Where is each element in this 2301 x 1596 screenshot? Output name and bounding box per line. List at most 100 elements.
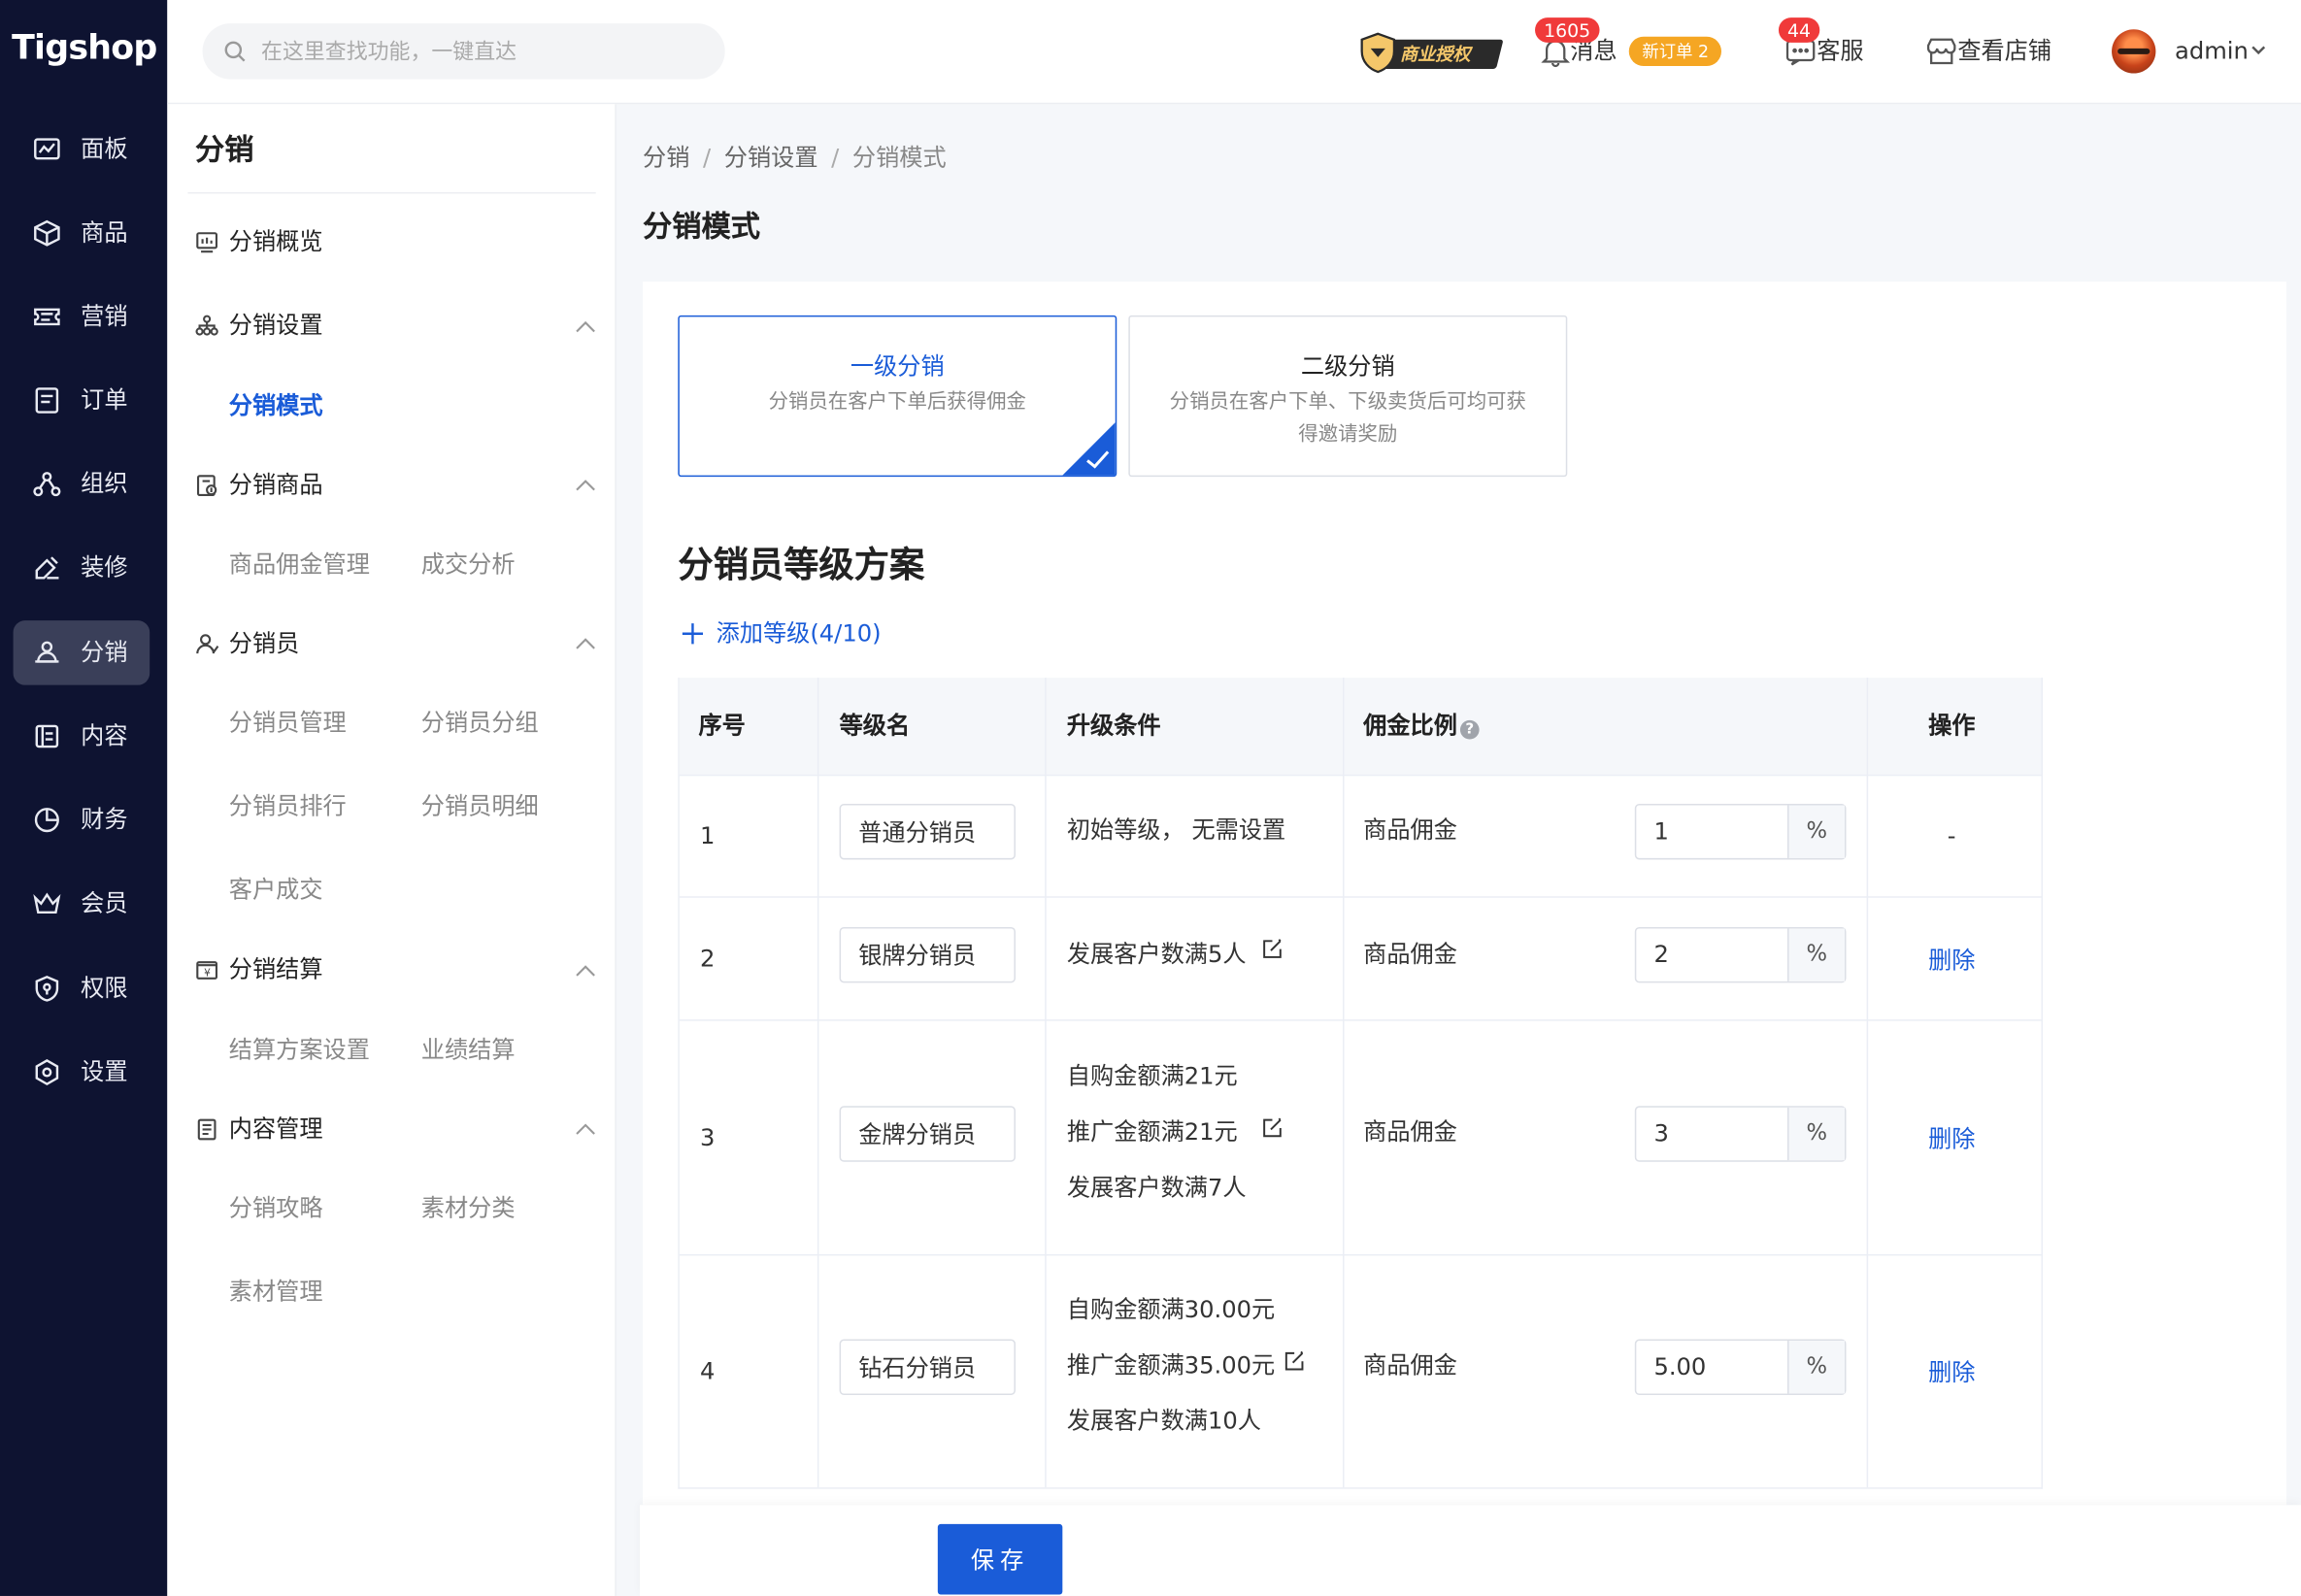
- mode-option-level-one[interactable]: 一级分销 分销员在客户下单后获得佣金: [678, 315, 1117, 478]
- mode-option-level-two[interactable]: 二级分销 分销员在客户下单、下级卖货后可均可获得邀请奖励: [1128, 315, 1568, 478]
- sidebar-item-commission[interactable]: 商品佣金管理: [229, 549, 370, 581]
- level-name-field[interactable]: [841, 1107, 1015, 1158]
- commission-rate-input[interactable]: %: [1634, 926, 1847, 983]
- row-divider: [679, 1019, 2042, 1021]
- level-table: 序号 等级名 升级条件 佣金比例? 操作 1 初始等级， 无需设置 商品佣金 %…: [678, 678, 2044, 1489]
- nav-marketing[interactable]: 营销: [14, 284, 150, 349]
- sidebar-item-distributor-rank[interactable]: 分销员排行: [229, 790, 347, 822]
- breadcrumb-separator: /: [831, 144, 840, 172]
- search-icon: [224, 41, 246, 62]
- row-index: 3: [699, 1123, 716, 1152]
- delete-level-link[interactable]: 删除: [1928, 1357, 1975, 1389]
- breadcrumb-item[interactable]: 分销: [643, 144, 689, 172]
- edit-icon[interactable]: [1262, 939, 1283, 959]
- nav-permission[interactable]: 权限: [14, 956, 150, 1020]
- row-divider: [679, 896, 2042, 898]
- upgrade-condition: 推广金额满21元: [1066, 1117, 1238, 1147]
- nav-goods[interactable]: 商品: [14, 201, 150, 265]
- nav-orders[interactable]: 订单: [14, 368, 150, 432]
- level-name-input[interactable]: [839, 1339, 1016, 1395]
- column-divider: [1045, 678, 1047, 1488]
- level-section-title: 分销员等级方案: [678, 544, 925, 585]
- column-divider: [817, 678, 819, 1488]
- sidebar-item-material-category[interactable]: 素材分类: [421, 1192, 516, 1224]
- sidebar-item-distributor-group[interactable]: 分销员分组: [421, 707, 539, 739]
- mode-description: 分销员在客户下单、下级卖货后可均可获得邀请奖励: [1169, 389, 1526, 447]
- commission-rate-field[interactable]: [1636, 1107, 1786, 1158]
- view-shop-link[interactable]: 查看店铺: [1957, 35, 2051, 67]
- edit-icon[interactable]: [1262, 1117, 1283, 1138]
- row-divider: [679, 1253, 2042, 1256]
- chart-board-icon: [196, 232, 218, 253]
- commission-rate-field[interactable]: [1636, 1341, 1786, 1391]
- sidebar-item-deal-analysis[interactable]: 成交分析: [421, 549, 516, 581]
- save-button[interactable]: 保存: [937, 1523, 1063, 1595]
- row-index: 2: [699, 945, 716, 973]
- user-name[interactable]: admin: [2175, 35, 2249, 67]
- nav-dashboard[interactable]: 面板: [14, 117, 150, 182]
- chevron-up-icon[interactable]: [576, 638, 596, 649]
- row-index: 1: [699, 821, 716, 849]
- level-name-input[interactable]: [839, 926, 1016, 983]
- org-icon: [33, 472, 61, 497]
- commission-rate-field[interactable]: [1636, 928, 1786, 979]
- mode-title: 二级分销: [1300, 351, 1395, 381]
- nav-decoration[interactable]: 装修: [14, 536, 150, 600]
- app-stage: Tigshop 面板 商品 营销 订单 组织 装修 分销 内容 财务 会员 权限…: [0, 0, 2301, 1596]
- sidebar-item-guide[interactable]: 分销攻略: [229, 1192, 323, 1224]
- search-input[interactable]: [258, 23, 705, 83]
- org-tree-icon: [195, 315, 218, 336]
- edit-icon[interactable]: [1284, 1350, 1305, 1372]
- level-name-input[interactable]: [839, 804, 1016, 860]
- delete-level-link[interactable]: 删除: [1928, 945, 1975, 977]
- row-divider: [679, 774, 2042, 777]
- plus-icon: [682, 623, 704, 645]
- level-name-field[interactable]: [841, 1341, 1015, 1391]
- level-name-field[interactable]: [841, 805, 1015, 855]
- sidebar-item-distribution-mode[interactable]: 分销模式: [229, 390, 323, 422]
- commission-rate-input[interactable]: %: [1634, 1339, 1847, 1395]
- help-icon[interactable]: ?: [1459, 719, 1480, 740]
- nav-settings[interactable]: 设置: [14, 1040, 150, 1104]
- commission-label: 商品佣金: [1363, 1350, 1457, 1380]
- avatar[interactable]: [2112, 29, 2156, 74]
- delete-level-link[interactable]: 删除: [1928, 1123, 1975, 1155]
- sidebar-item-settlement-plan[interactable]: 结算方案设置: [229, 1034, 370, 1066]
- chevron-up-icon[interactable]: [576, 480, 596, 491]
- sidebar-item-material-manage[interactable]: 素材管理: [229, 1277, 323, 1309]
- breadcrumb: 分销 / 分销设置 / 分销模式: [643, 143, 947, 175]
- wallet-icon: ¥: [196, 961, 218, 980]
- footer-bar: [640, 1505, 2301, 1596]
- level-name-input[interactable]: [839, 1106, 1016, 1162]
- order-icon: [35, 387, 59, 414]
- commission-rate-field[interactable]: [1636, 805, 1786, 855]
- license-badge[interactable]: 商业授权: [1359, 32, 1504, 74]
- column-header-condition: 升级条件: [1066, 711, 1161, 740]
- nav-member[interactable]: 会员: [14, 872, 150, 936]
- sidebar-item-distributor-manage[interactable]: 分销员管理: [229, 707, 347, 739]
- chevron-up-icon[interactable]: [576, 320, 596, 333]
- breadcrumb-item[interactable]: 分销设置: [724, 144, 818, 172]
- commission-rate-input[interactable]: %: [1634, 1106, 1847, 1162]
- finance-icon: [34, 808, 59, 833]
- nav-finance[interactable]: 财务: [14, 787, 150, 851]
- nav-content[interactable]: 内容: [14, 704, 150, 768]
- permission-icon: [35, 976, 59, 1002]
- chevron-up-icon[interactable]: [576, 1123, 596, 1135]
- sidebar-item-performance[interactable]: 业绩结算: [421, 1034, 516, 1066]
- global-search[interactable]: [202, 23, 725, 83]
- new-order-pill[interactable]: 新订单 2: [1628, 36, 1722, 66]
- nav-organization[interactable]: 组织: [14, 451, 150, 515]
- document-icon: [197, 1118, 217, 1141]
- sidebar-item-customer-deal[interactable]: 客户成交: [229, 875, 323, 907]
- sidebar-divider: [187, 191, 596, 194]
- commission-rate-input[interactable]: %: [1634, 804, 1847, 860]
- store-icon[interactable]: [1925, 35, 1957, 67]
- sidebar-item-distributor-detail[interactable]: 分销员明细: [421, 790, 539, 822]
- service-link[interactable]: 客服: [1817, 35, 1863, 67]
- level-name-field[interactable]: [841, 928, 1015, 979]
- brand-logo: Tigshop: [12, 29, 157, 68]
- nav-distribution[interactable]: 分销: [13, 620, 150, 685]
- chevron-up-icon[interactable]: [576, 965, 596, 977]
- chevron-down-icon[interactable]: [2251, 44, 2266, 55]
